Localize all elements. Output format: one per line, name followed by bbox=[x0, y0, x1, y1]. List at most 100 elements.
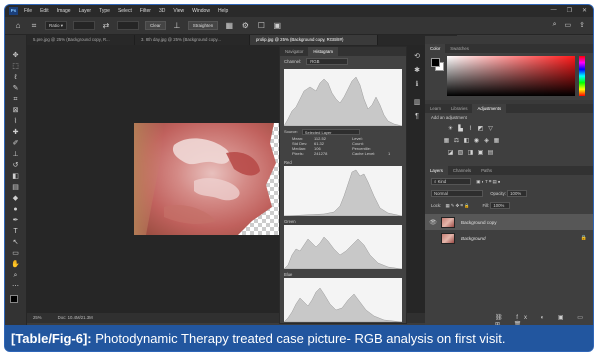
layer-row[interactable]: 👁 Background copy bbox=[425, 214, 593, 230]
tab-channels[interactable]: Channels bbox=[448, 166, 476, 175]
delete-cropped-icon[interactable]: ☐ bbox=[256, 21, 266, 31]
search-icon[interactable]: ⌕ bbox=[553, 21, 557, 29]
layer-row[interactable]: Background 🔒 bbox=[425, 230, 593, 246]
menu-view[interactable]: View bbox=[173, 8, 184, 14]
menu-help[interactable]: Help bbox=[218, 8, 228, 14]
curves-icon[interactable]: ⌇ bbox=[467, 126, 474, 132]
hand-tool-icon[interactable]: ✋ bbox=[9, 260, 22, 269]
menu-select[interactable]: Select bbox=[118, 8, 132, 14]
healing-brush-icon[interactable]: ✚ bbox=[9, 128, 22, 137]
grid-overlay-icon[interactable]: ▦ bbox=[224, 21, 234, 31]
layer-name[interactable]: Background copy bbox=[461, 220, 497, 225]
levels-icon[interactable]: ▙ bbox=[457, 126, 464, 132]
exposure-icon[interactable]: ◩ bbox=[477, 126, 484, 132]
kind-filter[interactable]: ⌕ Kind ▣ ◐ T ⌗ ▤ ● bbox=[431, 178, 500, 185]
zoom-tool-icon[interactable]: ⌕ bbox=[9, 271, 22, 280]
menu-filter[interactable]: Filter bbox=[140, 8, 151, 14]
tab-learn[interactable]: Learn bbox=[425, 104, 446, 113]
history-brush-icon[interactable]: ↺ bbox=[9, 161, 22, 170]
lock-icon[interactable]: 🔒 bbox=[581, 235, 587, 241]
blur-tool-icon[interactable]: ◆ bbox=[9, 194, 22, 203]
tab-adjustments[interactable]: Adjustments bbox=[472, 104, 507, 113]
tab-histogram[interactable]: Histogram bbox=[308, 47, 338, 56]
move-tool-icon[interactable]: ✥ bbox=[9, 51, 22, 60]
brush-tool-icon[interactable]: ✐ bbox=[9, 139, 22, 148]
channel-select[interactable]: RGB bbox=[306, 57, 349, 65]
layer-name[interactable]: Background bbox=[461, 236, 486, 241]
visibility-eye-icon[interactable]: 👁 bbox=[429, 219, 437, 226]
zoom-level[interactable]: 25% bbox=[33, 313, 42, 323]
color-balance-icon[interactable]: ⚖ bbox=[453, 138, 460, 144]
vibrance-icon[interactable]: ▽ bbox=[487, 126, 494, 132]
history-icon[interactable]: ⟲ bbox=[412, 52, 422, 61]
frame-tool-icon[interactable]: ⊠ bbox=[9, 106, 22, 115]
maximize-button[interactable]: ❐ bbox=[567, 7, 572, 14]
hue-slider[interactable] bbox=[579, 56, 585, 96]
marquee-tool-icon[interactable]: ⬚ bbox=[9, 62, 22, 71]
gradient-map-icon[interactable]: ▤ bbox=[487, 150, 494, 156]
eyedropper-tool-icon[interactable]: ⌇ bbox=[9, 117, 22, 126]
crop-tool-icon[interactable]: ⌗ bbox=[9, 95, 22, 104]
lock-icons[interactable]: ▦ ✎ ✥ ⌗ 🔒 bbox=[445, 203, 469, 208]
pen-tool-icon[interactable]: ✒ bbox=[9, 216, 22, 225]
quick-select-tool-icon[interactable]: ✎ bbox=[9, 84, 22, 93]
info-icon[interactable]: ℹ bbox=[412, 80, 422, 89]
layer-filter-icons[interactable]: ▣ ◐ T ⌗ ▤ ● bbox=[476, 179, 500, 184]
gradient-tool-icon[interactable]: ▤ bbox=[9, 183, 22, 192]
menu-edit[interactable]: Edit bbox=[40, 8, 49, 14]
color-picker-field[interactable] bbox=[447, 56, 575, 96]
hue-saturation-icon[interactable]: ▦ bbox=[443, 138, 450, 144]
brush-presets-icon[interactable]: ▥ bbox=[412, 98, 422, 107]
swap-icon[interactable]: ⇄ bbox=[101, 21, 111, 31]
photo-filter-icon[interactable]: ◉ bbox=[473, 138, 480, 144]
fill-field[interactable]: 100% bbox=[490, 202, 511, 209]
menu-type[interactable]: Type bbox=[99, 8, 110, 14]
black-white-icon[interactable]: ◧ bbox=[463, 138, 470, 144]
clone-stamp-icon[interactable]: ⊥ bbox=[9, 150, 22, 159]
lasso-tool-icon[interactable]: ℓ bbox=[9, 73, 22, 82]
posterize-icon[interactable]: ▧ bbox=[457, 150, 464, 156]
content-aware-icon[interactable]: ▣ bbox=[272, 21, 282, 31]
threshold-icon[interactable]: ◨ bbox=[467, 150, 474, 156]
home-icon[interactable]: ⌂ bbox=[13, 21, 23, 31]
blend-mode-select[interactable]: Normal bbox=[431, 190, 483, 197]
tab-paths[interactable]: Paths bbox=[476, 166, 497, 175]
tab-color[interactable]: Color bbox=[425, 44, 446, 53]
color-lookup-icon[interactable]: ▦ bbox=[493, 138, 500, 144]
doc-tab-2[interactable]: 3. 8th day.jpg @ 25% (Background copy... bbox=[135, 35, 250, 45]
share-icon[interactable]: ⇪ bbox=[579, 21, 585, 29]
ratio-dropdown[interactable]: Ratio ▾ bbox=[45, 21, 68, 30]
doc-tab-3[interactable]: prolip.jpg @ 25% (Background copy, RGB/8… bbox=[250, 35, 378, 45]
rectangle-tool-icon[interactable]: ▭ bbox=[9, 249, 22, 258]
height-field[interactable] bbox=[117, 21, 140, 30]
eraser-tool-icon[interactable]: ◧ bbox=[9, 172, 22, 181]
menu-image[interactable]: Image bbox=[57, 8, 71, 14]
straighten-button[interactable]: Straighten bbox=[187, 21, 219, 30]
settings-gear-icon[interactable]: ⚙ bbox=[240, 21, 250, 31]
menu-3d[interactable]: 3D bbox=[159, 8, 165, 14]
tab-navigator[interactable]: Navigator bbox=[280, 47, 308, 56]
brightness-icon[interactable]: ☀ bbox=[447, 126, 454, 132]
path-select-icon[interactable]: ↖ bbox=[9, 238, 22, 247]
kind-field[interactable]: ⌕ Kind bbox=[431, 178, 471, 185]
doc-tab-1[interactable]: 5.pre.jpg @ 25% (Background copy, R... bbox=[27, 35, 135, 45]
source-select[interactable]: Selected Layer bbox=[301, 128, 360, 135]
menu-layer[interactable]: Layer bbox=[79, 8, 92, 14]
close-button[interactable]: ✕ bbox=[582, 7, 587, 14]
selective-color-icon[interactable]: ▣ bbox=[477, 150, 484, 156]
clear-button[interactable]: Clear bbox=[145, 21, 166, 30]
minimize-button[interactable]: — bbox=[551, 7, 557, 14]
menu-file[interactable]: File bbox=[24, 8, 32, 14]
dodge-tool-icon[interactable]: ● bbox=[9, 205, 22, 214]
tab-swatches[interactable]: Swatches bbox=[445, 44, 474, 53]
channel-mixer-icon[interactable]: ◈ bbox=[483, 138, 490, 144]
width-field[interactable] bbox=[73, 21, 96, 30]
menu-window[interactable]: Window bbox=[192, 8, 210, 14]
workspace-icon[interactable]: ▭ bbox=[565, 21, 572, 29]
properties-icon[interactable]: ✱ bbox=[412, 66, 422, 75]
foreground-color-swatch[interactable] bbox=[10, 295, 18, 303]
invert-icon[interactable]: ◪ bbox=[447, 150, 454, 156]
tab-libraries[interactable]: Libraries bbox=[446, 104, 472, 113]
straighten-icon[interactable]: ⊥ bbox=[172, 21, 182, 31]
paragraph-icon[interactable]: ¶ bbox=[412, 112, 422, 121]
